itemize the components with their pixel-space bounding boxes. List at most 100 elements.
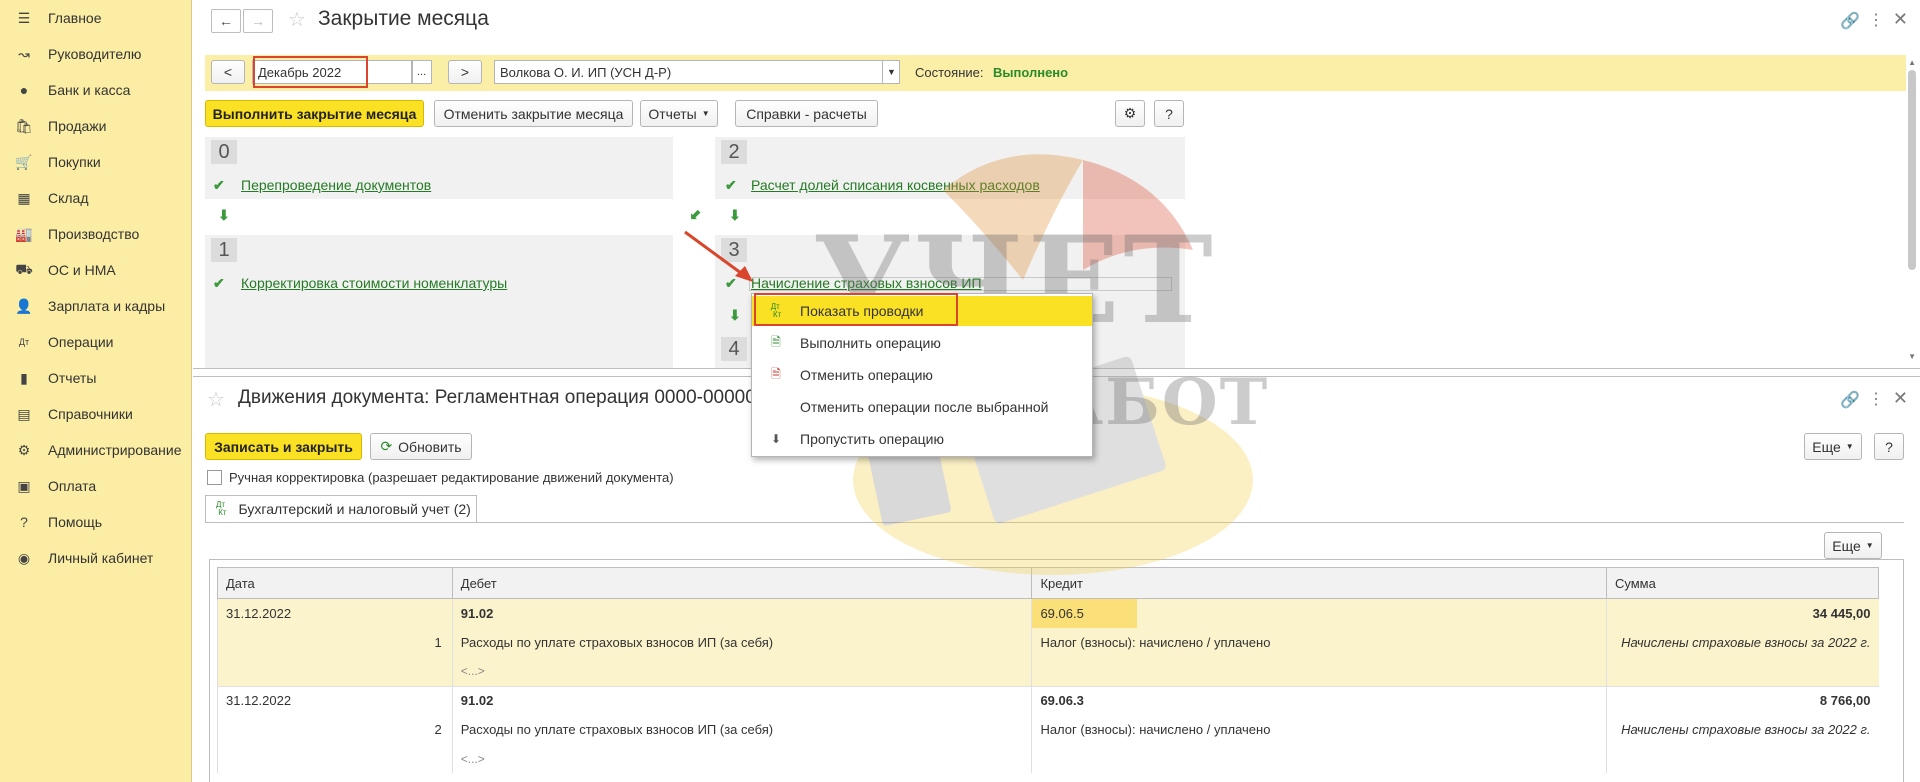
step-link-0[interactable]: Перепроведение документов [241,177,431,193]
sidebar-item-label: Склад [48,190,89,206]
question-icon: ? [20,514,28,530]
sidebar-item-7[interactable]: ⛟ ОС и НМА [0,252,191,288]
sidebar-item-label: Администрирование [48,442,182,458]
column-header-credit[interactable]: Кредит [1031,567,1607,599]
step-link-1[interactable]: Корректировка стоимости номенклатуры [241,275,507,291]
cell-credit-desc: Налог (взносы): начислено / уплачено [1031,628,1607,657]
settings-button[interactable]: ⚙ [1115,100,1145,127]
step-box-1 [205,235,673,368]
period-next-button[interactable]: > [448,60,482,84]
manual-correction-checkbox[interactable] [207,470,222,485]
sidebar-item-15[interactable]: ◉ Личный кабинет [0,540,191,576]
cell-date: 31.12.2022 [217,598,453,628]
sidebar-item-13[interactable]: ▣ Оплата [0,468,191,504]
reports-label: Отчеты [648,105,697,122]
refresh-button[interactable]: ⟳ Обновить [370,433,472,460]
save-close-button[interactable]: Записать и закрыть [205,433,362,460]
menu-item-cancel[interactable]: 🗎 Отменить операцию [752,360,1092,390]
cell-sum: 34 445,00 [1605,598,1879,628]
bar-chart-icon: ▮ [20,369,28,386]
menu-item-label: Отменить операцию [800,367,933,383]
refs-button[interactable]: Справки - расчеты [735,100,878,127]
table-row[interactable]: 31.12.2022 91.02 69.06.5 34 445,00 [217,598,1879,628]
table-row[interactable]: <...> [217,744,1879,773]
cancel-doc-icon: 🗎 [771,366,781,381]
favorite-star-icon[interactable]: ☆ [207,387,225,412]
column-header-sum[interactable]: Сумма [1605,567,1880,599]
sidebar-item-label: Производство [48,226,140,242]
table-row[interactable]: 31.12.2022 91.02 69.06.3 8 766,00 [217,685,1879,715]
back-button[interactable]: ← [211,9,241,33]
sidebar-item-9[interactable]: Дт Операции [0,324,191,360]
help-button[interactable]: ? [1874,433,1904,460]
organization-dropdown-icon[interactable]: ▼ [882,60,900,84]
step-link-2[interactable]: Расчет долей списания косвенных расходов [751,177,1040,193]
table-more-label: Еще [1832,537,1861,554]
run-close-button[interactable]: Выполнить закрытие месяца [205,100,424,127]
menu-item-cancel-after[interactable]: Отменить операции после выбранной [752,392,1092,422]
state-label: Состояние: [915,65,984,80]
cancel-close-button[interactable]: Отменить закрытие месяца [434,100,633,127]
cell-date: 31.12.2022 [217,685,453,715]
dt-kt-icon: Дт [18,337,30,347]
help-button[interactable]: ? [1154,100,1184,127]
sidebar: ☰ Главное ↝ Руководителю ● Банк и касса 🛍 Прода… [0,0,192,782]
more-button[interactable]: Еще ▼ [1804,433,1862,460]
sidebar-item-1[interactable]: ↝ Руководителю [0,36,191,72]
tab-underline [205,522,1904,523]
step-number: 4 [721,337,747,361]
sidebar-item-label: Руководителю [48,46,142,62]
cell-comment: Начислены страховые взносы за 2022 г. [1605,715,1879,744]
more-vertical-icon[interactable]: ⋮ [1868,10,1884,30]
period-prev-button[interactable]: < [211,60,245,84]
cell-debit: 91.02 [451,685,1032,715]
sidebar-item-label: Личный кабинет [48,550,154,566]
table-row[interactable]: <...> [217,657,1879,686]
arrow-down-icon: ⬇ [729,207,741,223]
scroll-up-icon[interactable]: ▲ [1908,58,1916,67]
close-icon[interactable]: ✕ [1893,9,1908,30]
sidebar-item-0[interactable]: ☰ Главное [0,0,191,36]
menu-item-skip[interactable]: ⬇ Пропустить операцию [752,424,1092,454]
sidebar-item-12[interactable]: ⚙ Администрирование [0,432,191,468]
sidebar-item-11[interactable]: ▤ Справочники [0,396,191,432]
trend-icon: ↝ [18,45,30,62]
forward-button[interactable]: → [243,9,273,33]
link-icon[interactable]: 🔗 [1840,390,1860,410]
chevron-down-icon: ▼ [701,109,710,118]
more-vertical-icon[interactable]: ⋮ [1868,389,1884,409]
sidebar-item-10[interactable]: ▮ Отчеты [0,360,191,396]
menu-item-run[interactable]: 🗎 Выполнить операцию [752,328,1092,358]
table-row[interactable]: 2 Расходы по уплате страховых взносов ИП… [217,715,1879,744]
sidebar-item-3[interactable]: 🛍 Продажи [0,108,191,144]
period-select-button[interactable]: ... [412,60,432,84]
tab-accounting[interactable]: Дт Кт Бухгалтерский и налоговый учет (2) [205,495,477,522]
warehouse-icon: ▦ [17,189,31,206]
sidebar-item-label: Покупки [48,154,101,170]
link-icon[interactable]: 🔗 [1840,11,1860,31]
main-area: ← → ☆ Закрытие месяца 🔗 ⋮ ✕ < Декабрь 20… [193,0,1920,782]
person-icon: 👤 [15,297,33,314]
table-row[interactable]: 1 Расходы по уплате страховых взносов ИП… [217,628,1879,657]
close-icon[interactable]: ✕ [1893,388,1908,409]
sidebar-item-6[interactable]: 🏭 Производство [0,216,191,252]
factory-icon: 🏭 [15,225,33,242]
sidebar-item-label: Зарплата и кадры [48,298,166,314]
column-header-date[interactable]: Дата [217,567,453,599]
scrollbar[interactable] [1908,70,1916,270]
arrow-down-icon: ⬇ [729,307,741,323]
sidebar-item-8[interactable]: 👤 Зарплата и кадры [0,288,191,324]
scroll-down-icon[interactable]: ▼ [1908,352,1916,361]
organization-field[interactable]: Волкова О. И. ИП (УСН Д-Р) [494,60,900,84]
reports-button[interactable]: Отчеты ▼ [640,100,718,127]
sidebar-item-14[interactable]: ? Помощь [0,504,191,540]
cell-debit: 91.02 [451,598,1032,628]
table-more-button[interactable]: Еще ▼ [1824,532,1882,559]
step-link-3[interactable]: Начисление страховых взносов ИП [751,275,982,291]
sidebar-item-4[interactable]: 🛒 Покупки [0,144,191,180]
favorite-star-icon[interactable]: ☆ [288,7,306,32]
sidebar-item-5[interactable]: ▦ Склад [0,180,191,216]
sidebar-item-2[interactable]: ● Банк и касса [0,72,191,108]
sidebar-item-label: Помощь [48,514,103,530]
column-header-debit[interactable]: Дебет [451,567,1033,599]
